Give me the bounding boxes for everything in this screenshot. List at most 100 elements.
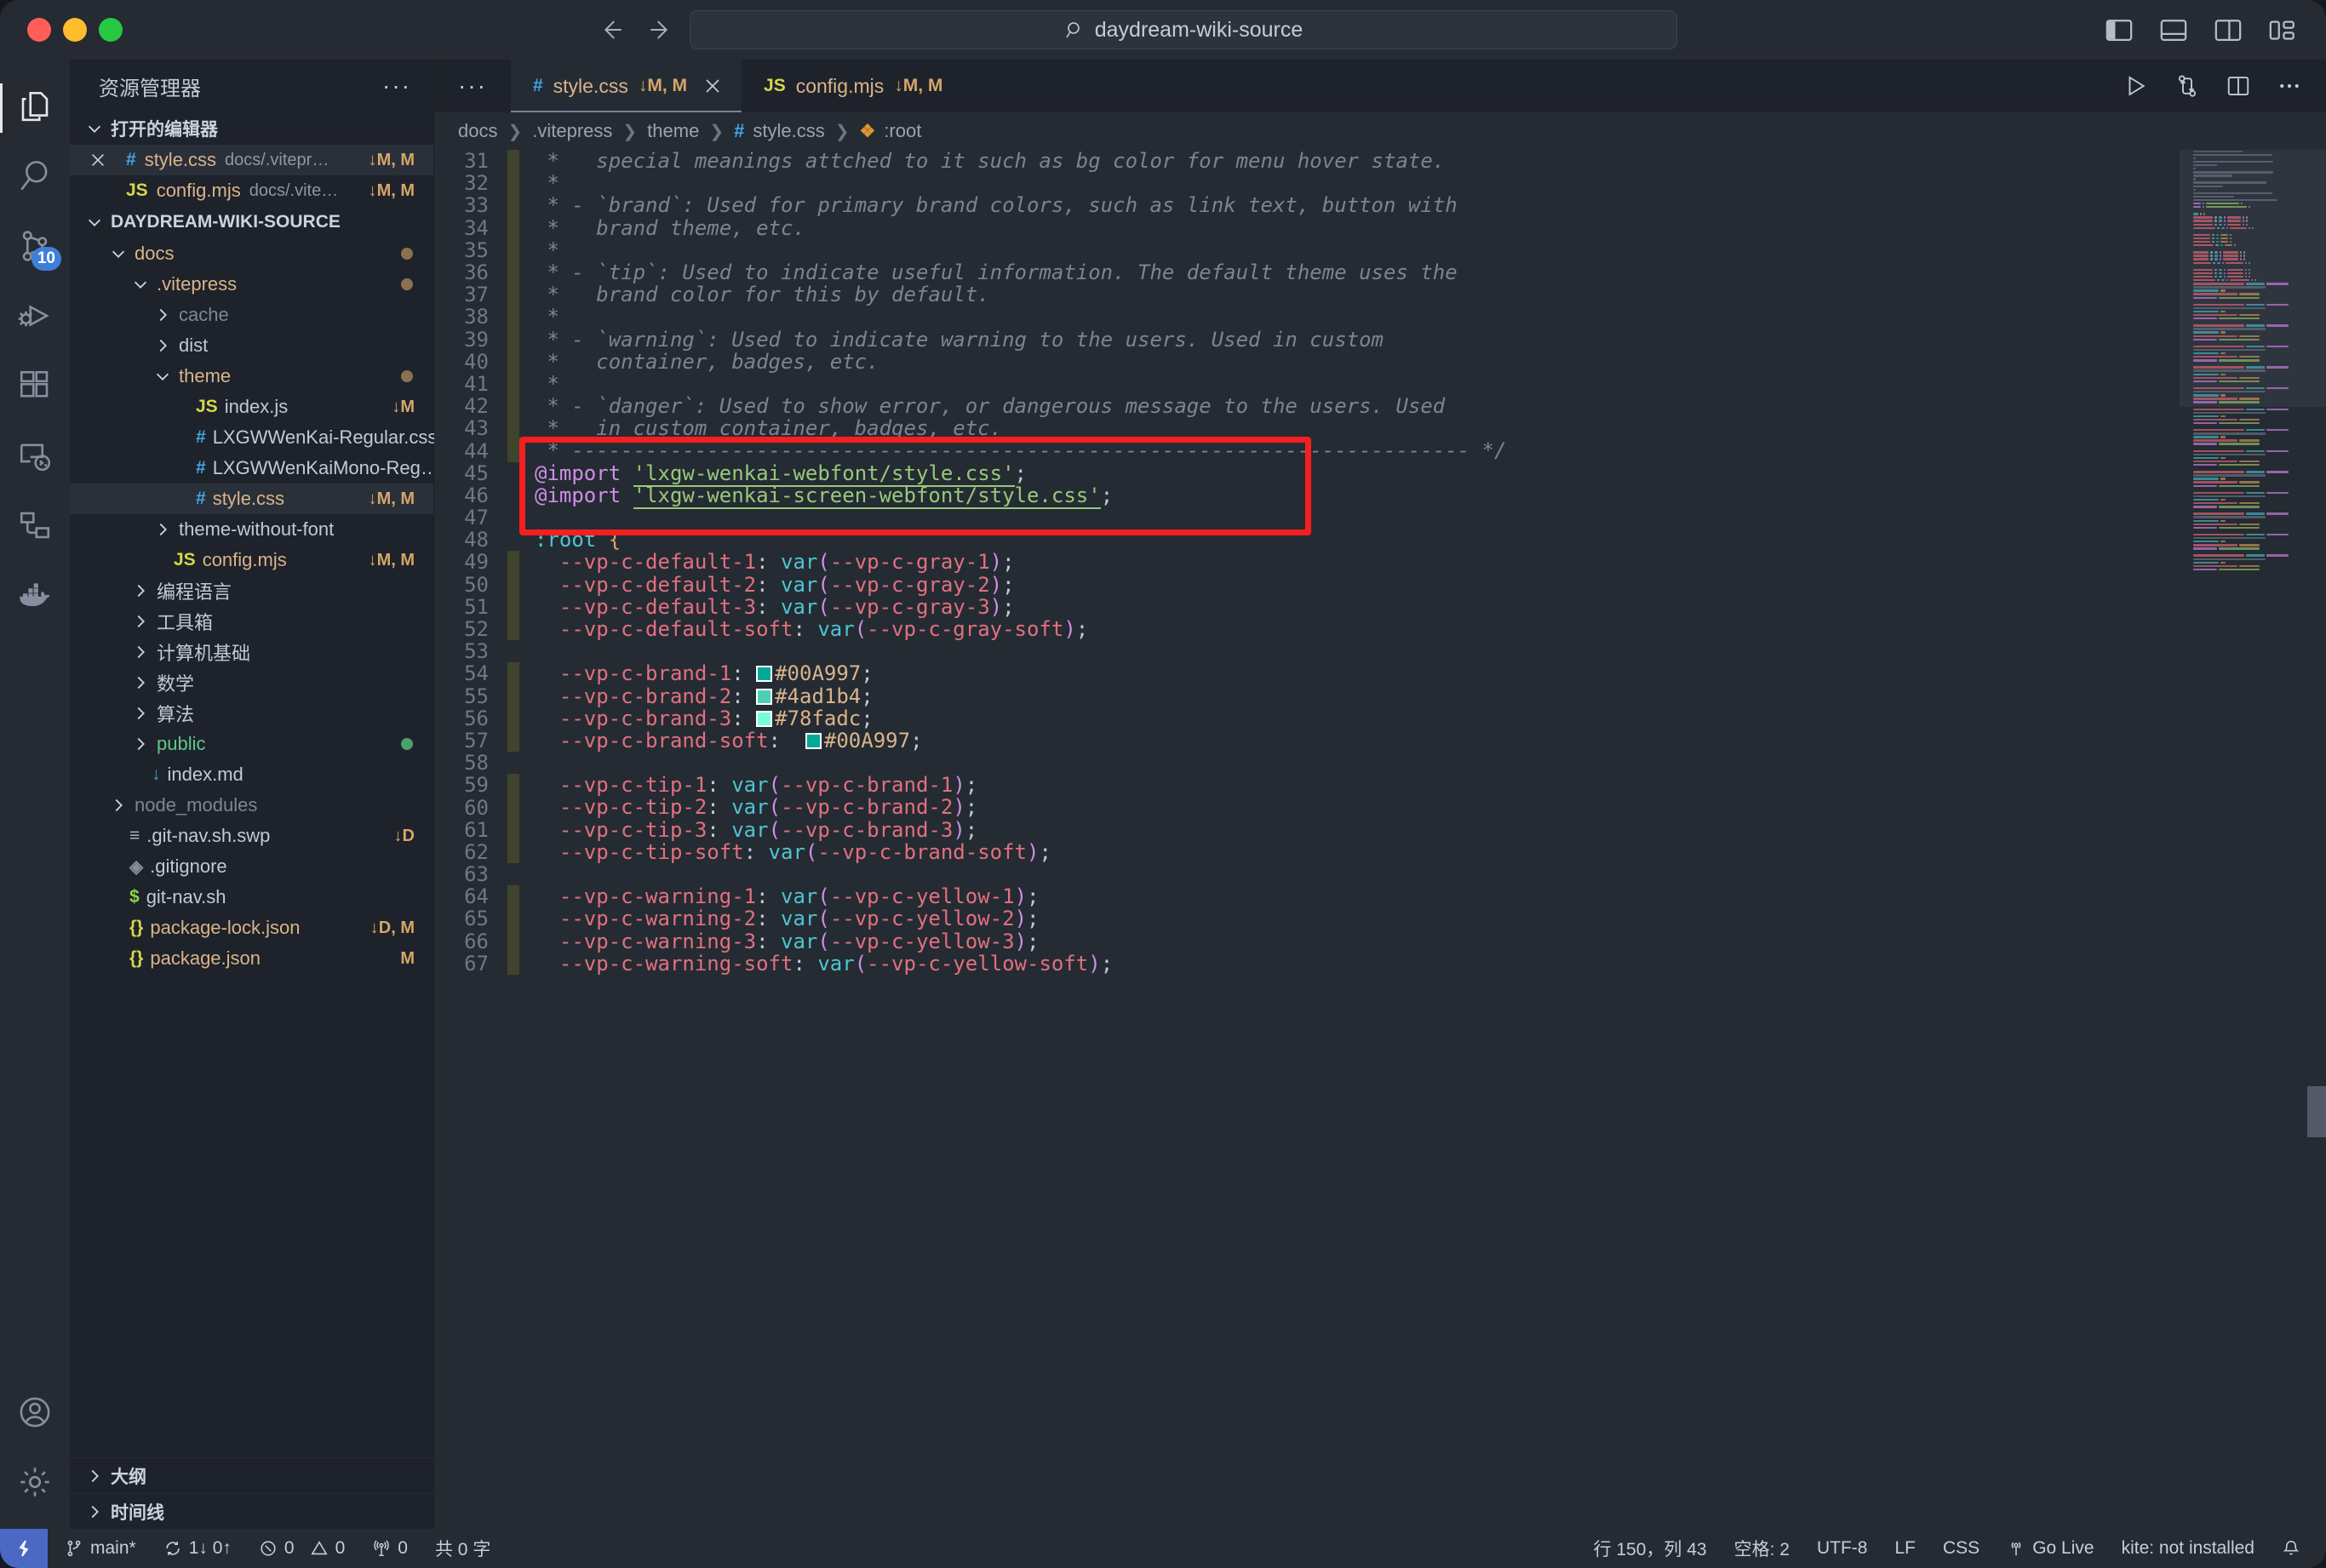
tree-file[interactable]: ◈ .gitignore <box>70 851 433 882</box>
color-swatch[interactable] <box>756 688 773 705</box>
breadcrumb-item[interactable]: .vitepress <box>532 120 612 142</box>
tree-folder[interactable]: .vitepress <box>70 269 433 300</box>
section-workspace[interactable]: DAYDREAM-WIKI-SOURCE <box>70 206 433 238</box>
status-encoding[interactable]: UTF-8 <box>1803 1538 1882 1559</box>
activity-docker[interactable] <box>0 562 70 632</box>
status-indentation[interactable]: 空格: 2 <box>1721 1536 1803 1561</box>
tree-file[interactable]: JS index.js ↓M <box>70 392 433 422</box>
tree-folder[interactable]: cache <box>70 300 433 330</box>
activity-explorer[interactable] <box>0 73 70 143</box>
breadcrumb-item[interactable]: docs <box>458 120 497 142</box>
tree-file[interactable]: #LXGWWenKaiMono-Reg…↓D <box>70 453 467 484</box>
color-swatch[interactable] <box>756 666 773 683</box>
activity-search[interactable] <box>0 143 70 213</box>
status-cursor-position[interactable]: 行 150，列 43 <box>1580 1536 1721 1561</box>
tree-file[interactable]: #LXGWWenKai-Regular.css↓D <box>70 422 465 453</box>
vscode-window: daydream-wiki-source 10 资源管理器 ··· 打开的编辑器… <box>0 0 2326 1568</box>
toggle-primary-sidebar-icon[interactable] <box>2105 17 2134 43</box>
status-problems[interactable]: 0 0 <box>245 1538 358 1559</box>
tree-file[interactable]: ↓ index.md <box>70 759 433 790</box>
customize-layout-icon[interactable] <box>2268 17 2297 43</box>
breadcrumb-separator: ❯ <box>622 122 638 141</box>
status-language-mode[interactable]: CSS <box>1929 1538 1993 1559</box>
breadcrumb-item[interactable]: ❖:root <box>859 120 921 142</box>
section-open-editors[interactable]: 打开的编辑器 <box>70 112 433 145</box>
tree-folder[interactable]: theme <box>70 361 433 392</box>
activity-extensions[interactable] <box>0 352 70 422</box>
tree-file[interactable]: JS config.mjs ↓M, M <box>70 545 433 575</box>
tree-folder[interactable]: 编程语言 <box>70 575 433 606</box>
explorer-sidebar: 资源管理器 ··· 打开的编辑器 # style.css docs/.vitepr…… <box>70 60 467 1529</box>
activity-manage-settings[interactable] <box>0 1449 70 1519</box>
remote-host-indicator[interactable] <box>0 1529 48 1568</box>
more-actions-button[interactable] <box>2277 73 2302 99</box>
line-number: 59 <box>464 773 489 798</box>
sidebar-title: 资源管理器 ··· <box>70 60 433 112</box>
minimize-window-button[interactable] <box>63 18 87 42</box>
code-line: 42 * - `danger`: Used to show error, or … <box>434 394 2180 418</box>
color-swatch[interactable] <box>756 710 773 727</box>
status-bar: main* 1↓ 0↑ 0 0 0 共 0 字 行 150，列 43 空格: 2… <box>0 1529 2326 1568</box>
tabs-overflow-icon[interactable]: ··· <box>434 60 511 112</box>
tree-file[interactable]: $ git-nav.sh <box>70 882 433 913</box>
status-kite[interactable]: kite: not installed <box>2108 1538 2268 1559</box>
tree-folder[interactable]: theme-without-font <box>70 514 433 545</box>
close-icon[interactable] <box>89 151 107 169</box>
status-branch[interactable]: main* <box>48 1538 150 1559</box>
run-code-button[interactable] <box>2123 73 2149 99</box>
open-editor-item[interactable]: JS config.mjs docs/.vite… ↓M, M <box>70 175 433 206</box>
go-back-icon[interactable] <box>596 15 625 44</box>
activity-remote-explorer[interactable] <box>0 422 70 492</box>
editor-tab[interactable]: # style.css ↓M, M <box>510 60 742 112</box>
gutter-change-marker <box>507 328 519 351</box>
toggle-secondary-sidebar-icon[interactable] <box>2214 17 2243 43</box>
split-editor-button[interactable] <box>2226 73 2251 99</box>
gutter-change-marker <box>507 484 519 506</box>
file-type-icon: # <box>126 150 136 169</box>
toggle-panel-icon[interactable] <box>2159 17 2188 43</box>
status-notifications[interactable] <box>2268 1539 2314 1558</box>
code-line: 67 --vp-c-warning-soft: var(--vp-c-yello… <box>434 952 2180 976</box>
activity-run-and-debug[interactable] <box>0 283 70 352</box>
tree-folder[interactable]: 计算机基础 <box>70 637 433 667</box>
activity-accounts[interactable] <box>0 1379 70 1449</box>
close-window-button[interactable] <box>27 18 51 42</box>
status-go-live[interactable]: Go Live <box>1993 1538 2107 1559</box>
breadcrumb-label: style.css <box>753 120 825 141</box>
status-eol[interactable]: LF <box>1881 1538 1929 1559</box>
activity-source-control[interactable]: 10 <box>0 213 70 283</box>
tree-file[interactable]: ≡ .git-nav.sh.swp ↓D <box>70 821 433 851</box>
status-ports[interactable]: 0 <box>358 1538 421 1559</box>
close-icon[interactable] <box>702 76 723 96</box>
code-scroll-area[interactable]: 31 * special meanings attched to it such… <box>434 150 2180 1529</box>
minimap[interactable] <box>2180 150 2326 1529</box>
activity-test-explorer[interactable] <box>0 492 70 562</box>
breadcrumb-item[interactable]: # style.css <box>734 120 825 142</box>
tree-file[interactable]: # style.css ↓M, M <box>70 484 433 514</box>
open-editor-item[interactable]: # style.css docs/.vitepr… ↓M, M <box>70 145 433 175</box>
breadcrumb-item[interactable]: theme <box>647 120 699 142</box>
tree-folder[interactable]: docs <box>70 238 433 269</box>
line-number: 34 <box>464 215 489 240</box>
color-swatch[interactable] <box>805 732 822 749</box>
tree-folder[interactable]: node_modules <box>70 790 433 821</box>
quick-open-search[interactable]: daydream-wiki-source <box>690 10 1677 49</box>
git-compare-icon[interactable] <box>2174 73 2200 99</box>
tree-folder[interactable]: 算法 <box>70 698 433 729</box>
minimap-scroll-slider[interactable] <box>2307 1086 2326 1137</box>
maximize-window-button[interactable] <box>99 18 123 42</box>
editor-tab[interactable]: JS config.mjs ↓M, M <box>742 60 962 112</box>
tree-folder[interactable]: dist <box>70 330 433 361</box>
tree-folder[interactable]: public <box>70 729 433 759</box>
section-outline[interactable]: 大纲 <box>70 1457 433 1493</box>
tree-file[interactable]: {} package-lock.json ↓D, M <box>70 913 433 943</box>
status-sync[interactable]: 1↓ 0↑ <box>150 1538 245 1559</box>
tree-folder[interactable]: 数学 <box>70 667 433 698</box>
section-timeline[interactable]: 时间线 <box>70 1493 433 1529</box>
tree-file[interactable]: {} package.json M <box>70 943 433 974</box>
line-number: 66 <box>464 929 489 953</box>
go-forward-icon[interactable] <box>647 15 676 44</box>
sidebar-more-actions-icon[interactable]: ··· <box>382 72 411 100</box>
tree-folder[interactable]: 工具箱 <box>70 606 433 637</box>
status-word-count[interactable]: 共 0 字 <box>421 1536 504 1561</box>
